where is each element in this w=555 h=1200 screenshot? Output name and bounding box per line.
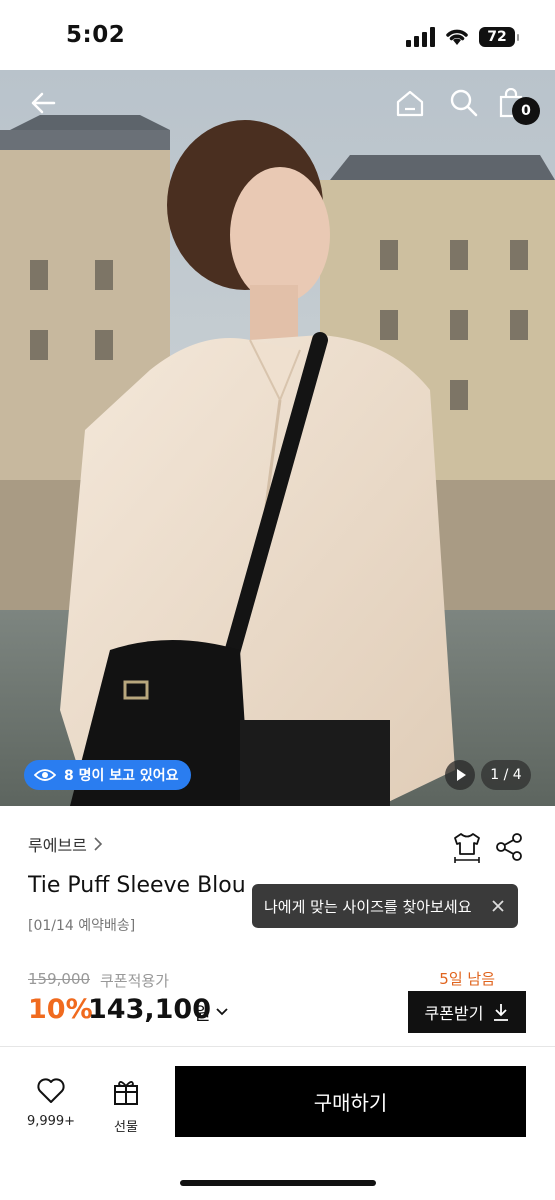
price-unit: 원 (194, 1004, 211, 1025)
gift-label: 선물 (114, 1120, 138, 1135)
heart-icon (37, 1078, 65, 1103)
chevron-right-icon (94, 837, 103, 851)
size-finder-tooltip[interactable]: 나에게 맞는 사이즈를 찾아보세요 (252, 884, 518, 928)
close-icon[interactable] (488, 896, 508, 916)
product-photo (0, 70, 555, 806)
bottom-divider (0, 1046, 555, 1047)
status-bar: 5:02 72 (0, 0, 555, 70)
back-arrow-icon[interactable] (28, 88, 58, 118)
eye-icon (34, 769, 56, 781)
buy-button[interactable]: 구매하기 (175, 1066, 526, 1137)
delivery-note: [01/14 예약배송] (28, 918, 136, 934)
wifi-icon (446, 29, 468, 45)
product-image-carousel[interactable] (0, 70, 555, 806)
download-icon (494, 1004, 509, 1021)
viewers-text: 8 명이 보고 있어요 (64, 768, 179, 784)
play-video-button[interactable] (445, 760, 475, 790)
original-price: 159,000 (28, 970, 91, 988)
get-coupon-button[interactable]: 쿠폰받기 (408, 991, 526, 1033)
search-icon[interactable] (449, 88, 479, 118)
size-guide-icon[interactable] (450, 830, 484, 864)
battery-indicator: 72 (479, 27, 519, 47)
cellular-signal-icon (406, 27, 435, 47)
cart-count-badge: 0 (512, 97, 540, 125)
brand-name: 루에브르 (28, 836, 87, 855)
days-left-label: 5일 남음 (439, 970, 495, 988)
like-button[interactable]: 9,999+ (20, 1078, 82, 1129)
brand-link[interactable]: 루에브르 (28, 832, 103, 856)
gift-icon (114, 1081, 138, 1105)
play-icon (457, 769, 466, 781)
live-viewers-badge: 8 명이 보고 있어요 (24, 760, 191, 790)
chevron-down-icon[interactable] (214, 1004, 230, 1020)
status-time: 5:02 (66, 22, 126, 48)
home-indicator[interactable] (180, 1180, 376, 1186)
coupon-button-label: 쿠폰받기 (424, 1004, 484, 1023)
gift-button[interactable]: 선물 (98, 1078, 154, 1135)
coupon-price-label: 쿠폰적용가 (100, 972, 170, 990)
sale-price: 143,100 (88, 994, 211, 1025)
share-icon[interactable] (494, 832, 524, 862)
home-icon[interactable] (395, 88, 425, 118)
tooltip-text: 나에게 맞는 사이즈를 찾아보세요 (264, 897, 472, 916)
buy-button-label: 구매하기 (313, 1091, 388, 1115)
like-count: 9,999+ (26, 1114, 76, 1129)
image-page-indicator: 1 / 4 (481, 760, 531, 790)
discount-percent: 10% (28, 994, 93, 1025)
